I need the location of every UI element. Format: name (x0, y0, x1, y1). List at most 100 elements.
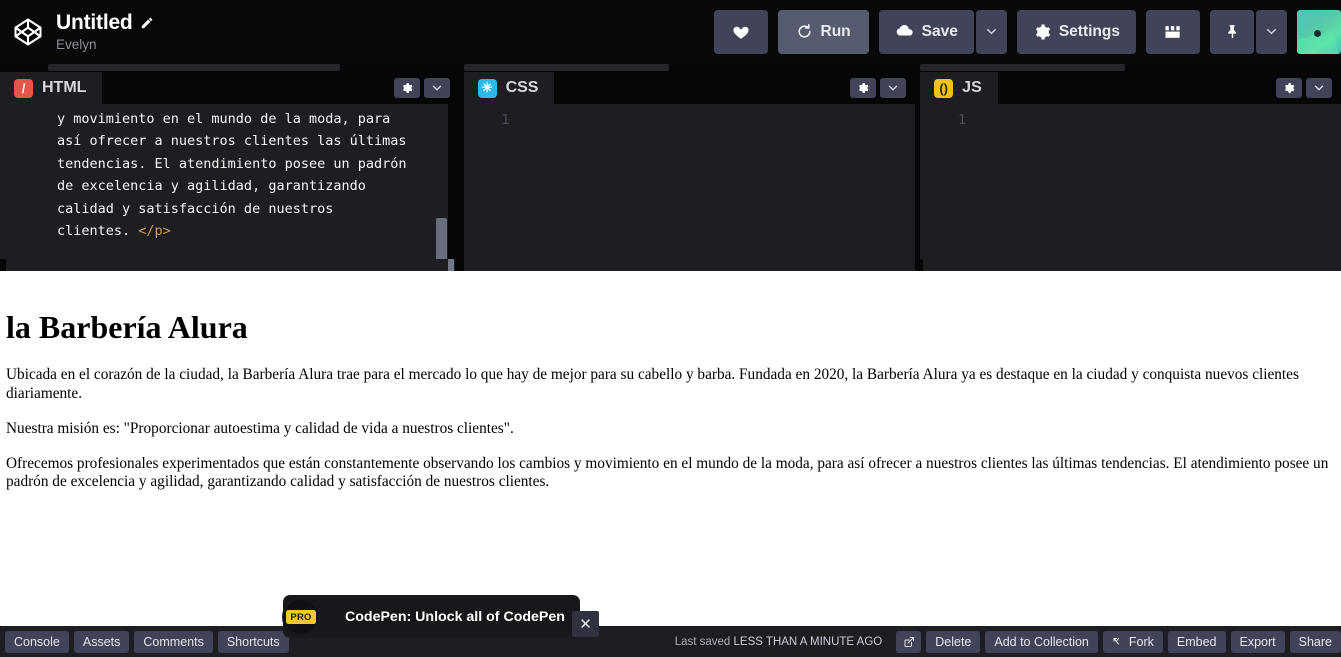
pro-ad-banner[interactable]: PRO CodePen: Unlock all of CodePen ✕ (282, 595, 599, 638)
css-horizontal-scrollbar[interactable] (463, 64, 669, 71)
layout-grid-icon (1163, 22, 1183, 42)
tab-js-label: JS (962, 79, 982, 96)
bottom-right-actions: Last saved LESS THAN A MINUTE AGO Delete… (674, 630, 1341, 653)
code-closing-tag: </p> (138, 223, 171, 240)
delete-button[interactable]: Delete (926, 630, 981, 653)
preview-heading: la Barbería Alura (6, 309, 248, 345)
js-line-number: 1 (958, 112, 967, 128)
code-line: clientes. (57, 223, 139, 240)
pen-author[interactable]: Evelyn (56, 36, 154, 53)
html-editor-right-padding (447, 104, 459, 270)
save-dropdown-button[interactable] (975, 9, 1007, 54)
settings-button-label: Settings (1058, 22, 1120, 40)
html-code-area[interactable]: y movimiento en el mundo de la moda, par… (0, 104, 459, 270)
save-button-label: Save (921, 22, 958, 40)
pin-icon (1224, 23, 1241, 40)
external-link-icon (904, 636, 914, 647)
gear-icon (402, 83, 412, 93)
css-code-area[interactable]: 1 (463, 104, 916, 270)
pro-badge-icon: PRO (282, 598, 320, 636)
code-line: calidad y satisfacción de nuestros (57, 200, 334, 217)
editor-pane-css: ✳ CSS 1 (463, 63, 916, 270)
pro-ad-message: CodePen: Unlock all of CodePen (345, 608, 565, 625)
bottom-left-actions: Console Assets Comments Shortcuts (0, 630, 289, 653)
css-line-number: 1 (501, 112, 510, 128)
assets-button[interactable]: Assets (73, 630, 130, 653)
pin-button[interactable] (1210, 9, 1254, 54)
pen-title-block: Untitled Evelyn (56, 11, 154, 53)
js-code-area[interactable]: 1 (920, 104, 1341, 270)
css-collapse-button[interactable] (880, 78, 907, 98)
preview-paragraph: Nuestra misión es: "Proporcionar autoest… (6, 419, 514, 437)
open-in-new-window-button[interactable] (896, 630, 922, 653)
js-lang-icon: () (934, 78, 954, 98)
chevron-down-icon (432, 85, 441, 91)
gear-icon (859, 83, 869, 93)
save-button[interactable]: Save (878, 9, 974, 54)
css-editor-topbar (463, 63, 916, 72)
comments-button[interactable]: Comments (134, 630, 213, 653)
js-editor-actions (1276, 72, 1341, 104)
add-to-collection-button[interactable]: Add to Collection (985, 630, 1098, 653)
run-button-label: Run (820, 22, 851, 40)
chevron-down-icon (1265, 25, 1278, 38)
code-line: tendencias. El atendimiento posee un pad… (57, 155, 407, 172)
resize-grip[interactable] (448, 259, 454, 271)
editor-preview-resize-bar[interactable] (0, 259, 1341, 271)
codepen-cube-icon (14, 18, 42, 45)
editor-pane-html: / HTML y movimiento en el mundo de la mo… (0, 63, 459, 270)
css-editor-actions (850, 72, 915, 104)
codepen-logo[interactable] (4, 17, 52, 47)
tab-html[interactable]: / HTML (0, 72, 103, 104)
refresh-icon (796, 23, 813, 40)
js-editor-header: () JS (920, 72, 1341, 104)
pin-dropdown-button[interactable] (1256, 9, 1287, 54)
js-settings-button[interactable] (1276, 78, 1303, 98)
share-button[interactable]: Share (1289, 630, 1341, 653)
css-settings-button[interactable] (850, 78, 877, 98)
heart-icon (732, 23, 750, 41)
html-code-text: y movimiento en el mundo de la moda, par… (0, 104, 459, 242)
html-horizontal-scrollbar[interactable] (48, 64, 340, 71)
html-editor-header: / HTML (0, 72, 459, 104)
bottom-toolbar: Console Assets Comments Shortcuts Last s… (0, 626, 1341, 657)
js-horizontal-scrollbar[interactable] (920, 64, 1126, 71)
fork-button-label: Fork (1128, 634, 1154, 649)
save-button-group: Save (878, 9, 1007, 54)
pro-chip-label: PRO (286, 610, 316, 624)
chevron-down-icon (889, 85, 898, 91)
html-collapse-button[interactable] (423, 78, 450, 98)
pin-button-group (1210, 9, 1287, 54)
last-saved-prefix: Last saved (674, 635, 734, 648)
export-button[interactable]: Export (1230, 630, 1285, 653)
fork-icon (1113, 637, 1119, 644)
editor-pane-js: () JS 1 (920, 63, 1341, 270)
avatar[interactable] (1297, 9, 1341, 54)
resize-gap (455, 259, 464, 271)
chevron-down-icon (1314, 85, 1324, 91)
js-collapse-button[interactable] (1306, 78, 1333, 98)
shortcuts-button[interactable]: Shortcuts (217, 630, 289, 653)
html-editor-actions (393, 72, 459, 104)
js-editor-topbar (920, 63, 1341, 72)
tab-js[interactable]: () JS (920, 72, 998, 104)
run-button[interactable]: Run (777, 9, 869, 54)
page-title[interactable]: Untitled (56, 11, 133, 35)
settings-button[interactable]: Settings (1016, 9, 1136, 54)
fork-button[interactable]: Fork (1102, 630, 1163, 653)
header-actions: Run Save Settings (713, 0, 1341, 63)
close-icon[interactable]: ✕ (572, 611, 599, 637)
pencil-icon[interactable] (140, 16, 154, 30)
gear-icon (1284, 83, 1295, 93)
preview-iframe[interactable]: la Barbería Alura Ubicada en el corazón … (0, 271, 1341, 626)
like-button[interactable] (713, 9, 768, 54)
tab-css[interactable]: ✳ CSS (463, 72, 555, 104)
code-line: y movimiento en el mundo de la moda, par… (57, 111, 391, 127)
html-lang-icon: / (14, 78, 33, 98)
cloud-icon (895, 22, 914, 41)
html-settings-button[interactable] (393, 78, 420, 98)
console-button[interactable]: Console (5, 630, 69, 653)
html-editor-topbar (0, 63, 459, 72)
layout-button[interactable] (1146, 9, 1200, 54)
embed-button[interactable]: Embed (1167, 630, 1226, 653)
